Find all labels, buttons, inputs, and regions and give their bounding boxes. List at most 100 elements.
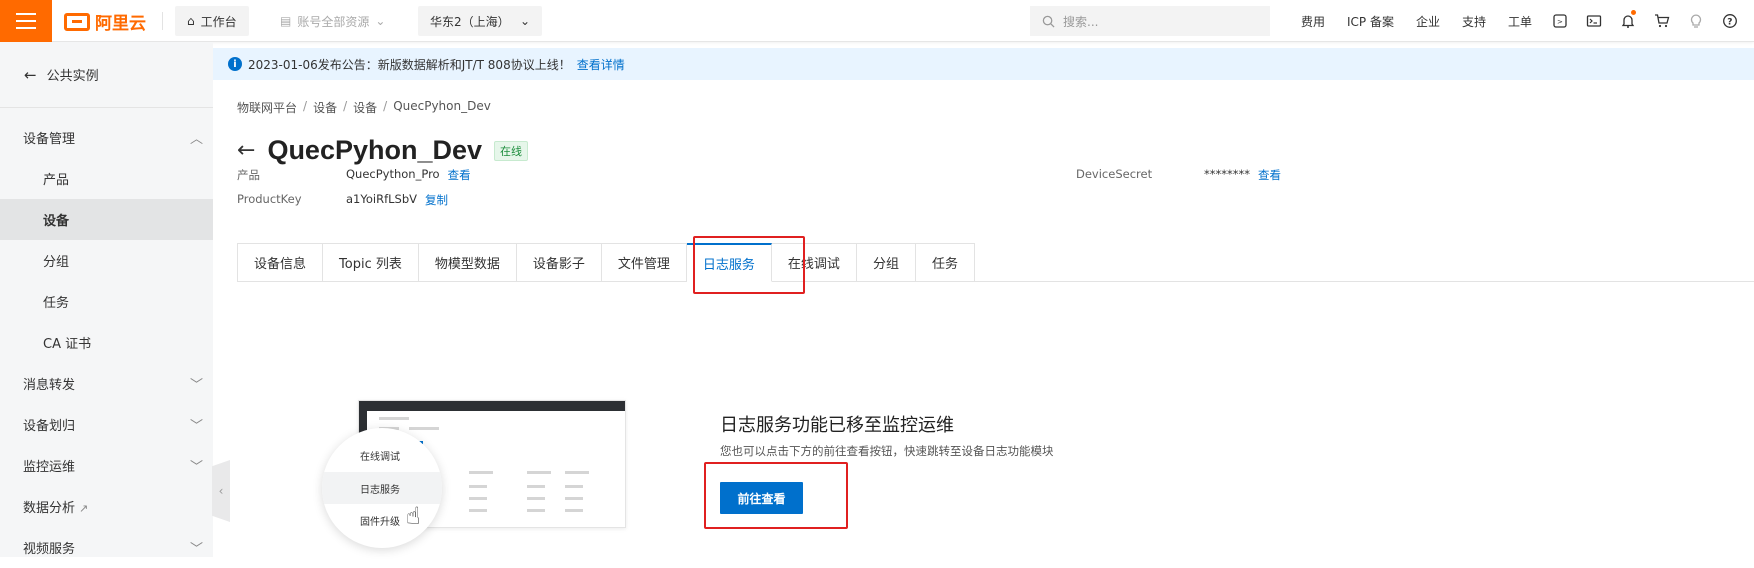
workbench-button[interactable]: ⌂ 工作台 [175,6,249,36]
breadcrumb-current: QuecPyhon_Dev [393,99,491,113]
productkey-label: ProductKey [237,192,302,206]
product-row: 产品 QuecPython_Pro 查看 [237,167,471,183]
sidebar-item-product[interactable]: 产品 [0,158,213,199]
productkey-copy-link[interactable]: 复制 [425,192,448,208]
tab-task[interactable]: 任务 [915,243,975,282]
go-view-button[interactable]: 前往查看 [720,482,803,514]
sidebar-item-label: 视频服务 [23,542,76,557]
tab-device-shadow[interactable]: 设备影子 [516,243,602,282]
logo-text: 阿里云 [95,14,146,34]
icp-link[interactable]: ICP 备案 [1336,13,1405,30]
bulb-icon[interactable] [1679,13,1713,29]
search-icon [1042,15,1055,28]
sidebar-item-message-forwarding[interactable]: 消息转发 ﹀ [0,363,213,404]
enterprise-link[interactable]: 企业 [1405,13,1451,30]
sidebar-item-ca-cert[interactable]: CA 证书 [0,322,213,363]
cart-icon[interactable] [1645,13,1679,29]
productkey-row: ProductKey a1YoiRfLSbV 复制 [237,192,448,208]
tab-file-management[interactable]: 文件管理 [601,243,687,282]
divider [162,12,163,30]
aliyun-logo[interactable]: 阿里云 [64,9,146,34]
device-tabs: 设备信息 Topic 列表 物模型数据 设备影子 文件管理 日志服务 在线调试 … [237,243,975,282]
chevron-up-icon: ︿ [189,132,203,147]
account-resources-dropdown[interactable]: ▤ 账号全部资源 ⌄ [268,6,397,36]
sidebar: ← 公共实例 设备管理 ︿ 产品 设备 分组 任务 CA 证书 消息转发 ﹀ 设… [0,42,213,557]
home-icon: ⌂ [187,14,195,28]
tab-log-service[interactable]: 日志服务 [686,243,772,282]
sidebar-item-label: 分组 [43,255,70,270]
announcement-details-link[interactable]: 查看详情 [577,56,625,73]
chevron-down-icon: ⌄ [375,14,386,28]
search-placeholder: 搜索... [1063,14,1099,29]
sidebar-item-group[interactable]: 分组 [0,240,213,281]
menu-zoom-illustration: 在线调试 日志服务 固件升级 [322,428,442,548]
tab-thing-model-data[interactable]: 物模型数据 [418,243,517,282]
top-links: 费用 ICP 备案 企业 支持 工单 > ? [1290,0,1747,42]
empty-state-description: 您也可以点击下方的前往查看按钮，快速跳转至设备日志功能模块 [720,444,1054,458]
fees-link[interactable]: 费用 [1290,13,1336,30]
devicesecret-label: DeviceSecret [1076,167,1153,181]
page-header: ← QuecPyhon_Dev 在线 [237,135,529,166]
sidebar-item-label: 监控运维 [23,460,76,475]
breadcrumb-iot-platform[interactable]: 物联网平台 [237,99,297,116]
breadcrumb-device-management[interactable]: 设备 [313,99,337,116]
chevron-down-icon: ⌄ [519,14,530,28]
devicesecret-row: DeviceSecret ******** 查看 [1076,167,1281,183]
sidebar-item-device[interactable]: 设备 [0,199,213,240]
cloud-shell-icon[interactable]: > [1543,13,1577,29]
sidebar-item-label: CA 证书 [43,337,92,352]
tab-topic-list[interactable]: Topic 列表 [323,243,419,282]
sidebar-item-data-analysis[interactable]: 数据分析 ↗ [0,486,213,527]
sidebar-item-device-assignment[interactable]: 设备划归 ﹀ [0,404,213,445]
sidebar-item-label: 任务 [43,296,70,311]
back-label: 公共实例 [46,69,99,84]
terminal-icon[interactable] [1577,13,1611,29]
sidebar-item-monitoring[interactable]: 监控运维 ﹀ [0,445,213,486]
product-value: QuecPython_Pro [346,167,440,181]
sidebar-item-device-management[interactable]: 设备管理 ︿ [0,117,213,158]
ticket-link[interactable]: 工单 [1497,13,1543,30]
bell-icon[interactable] [1611,10,1645,29]
help-icon[interactable]: ? [1713,13,1747,29]
devicesecret-value: ******** [1204,167,1250,181]
chevron-down-icon: ﹀ [189,542,203,557]
illustration-option-firmware-upgrade: 固件升级 [360,516,400,528]
info-icon: i [228,57,242,71]
illustration-option-log-service: 日志服务 [322,472,442,504]
empty-state-title: 日志服务功能已移至监控运维 [720,415,954,436]
sidebar-item-label: 数据分析 [23,501,76,516]
breadcrumb-device[interactable]: 设备 [353,99,377,116]
product-label: 产品 [237,168,260,182]
sidebar-item-label: 产品 [43,173,70,188]
svg-text:>: > [1557,18,1563,26]
product-view-link[interactable]: 查看 [448,167,471,183]
svg-text:?: ? [1727,18,1732,28]
support-link[interactable]: 支持 [1451,13,1497,30]
chevron-down-icon: ﹀ [189,460,203,475]
workbench-label: 工作台 [200,14,237,29]
menu-icon[interactable] [0,0,52,42]
region-dropdown[interactable]: 华东2（上海） ⌄ [418,6,542,36]
aliyun-logo-mark [64,12,90,31]
status-badge: 在线 [494,140,529,161]
sidebar-item-task[interactable]: 任务 [0,281,213,322]
back-to-instances[interactable]: ← 公共实例 [0,42,213,108]
tab-group[interactable]: 分组 [856,243,916,282]
announcement-bar: i 2023-01-06发布公告：新版数据解析和JT/T 808协议上线！ 查看… [213,48,1754,80]
productkey-value: a1YoiRfLSbV [346,192,418,206]
top-bar: 阿里云 ⌂ 工作台 ▤ 账号全部资源 ⌄ 华东2（上海） ⌄ 搜索... 费用 … [0,0,1754,42]
devicesecret-view-link[interactable]: 查看 [1258,167,1281,183]
tab-device-info[interactable]: 设备信息 [237,243,324,282]
sidebar-item-label: 设备管理 [23,132,76,147]
external-link-icon: ↗ [79,502,89,515]
sidebar-item-label: 设备 [43,214,70,229]
chevron-down-icon: ﹀ [189,378,203,393]
tab-online-debug[interactable]: 在线调试 [771,243,857,282]
announcement-text: 2023-01-06发布公告：新版数据解析和JT/T 808协议上线！ [248,57,571,72]
sidebar-item-video-service[interactable]: 视频服务 ﹀ [0,527,213,568]
chevron-down-icon: ﹀ [189,419,203,434]
search-input[interactable]: 搜索... [1030,6,1270,36]
arrow-left-icon[interactable]: ← [237,138,255,163]
arrow-left-icon: ← [24,65,37,84]
sidebar-item-label: 消息转发 [23,378,76,393]
